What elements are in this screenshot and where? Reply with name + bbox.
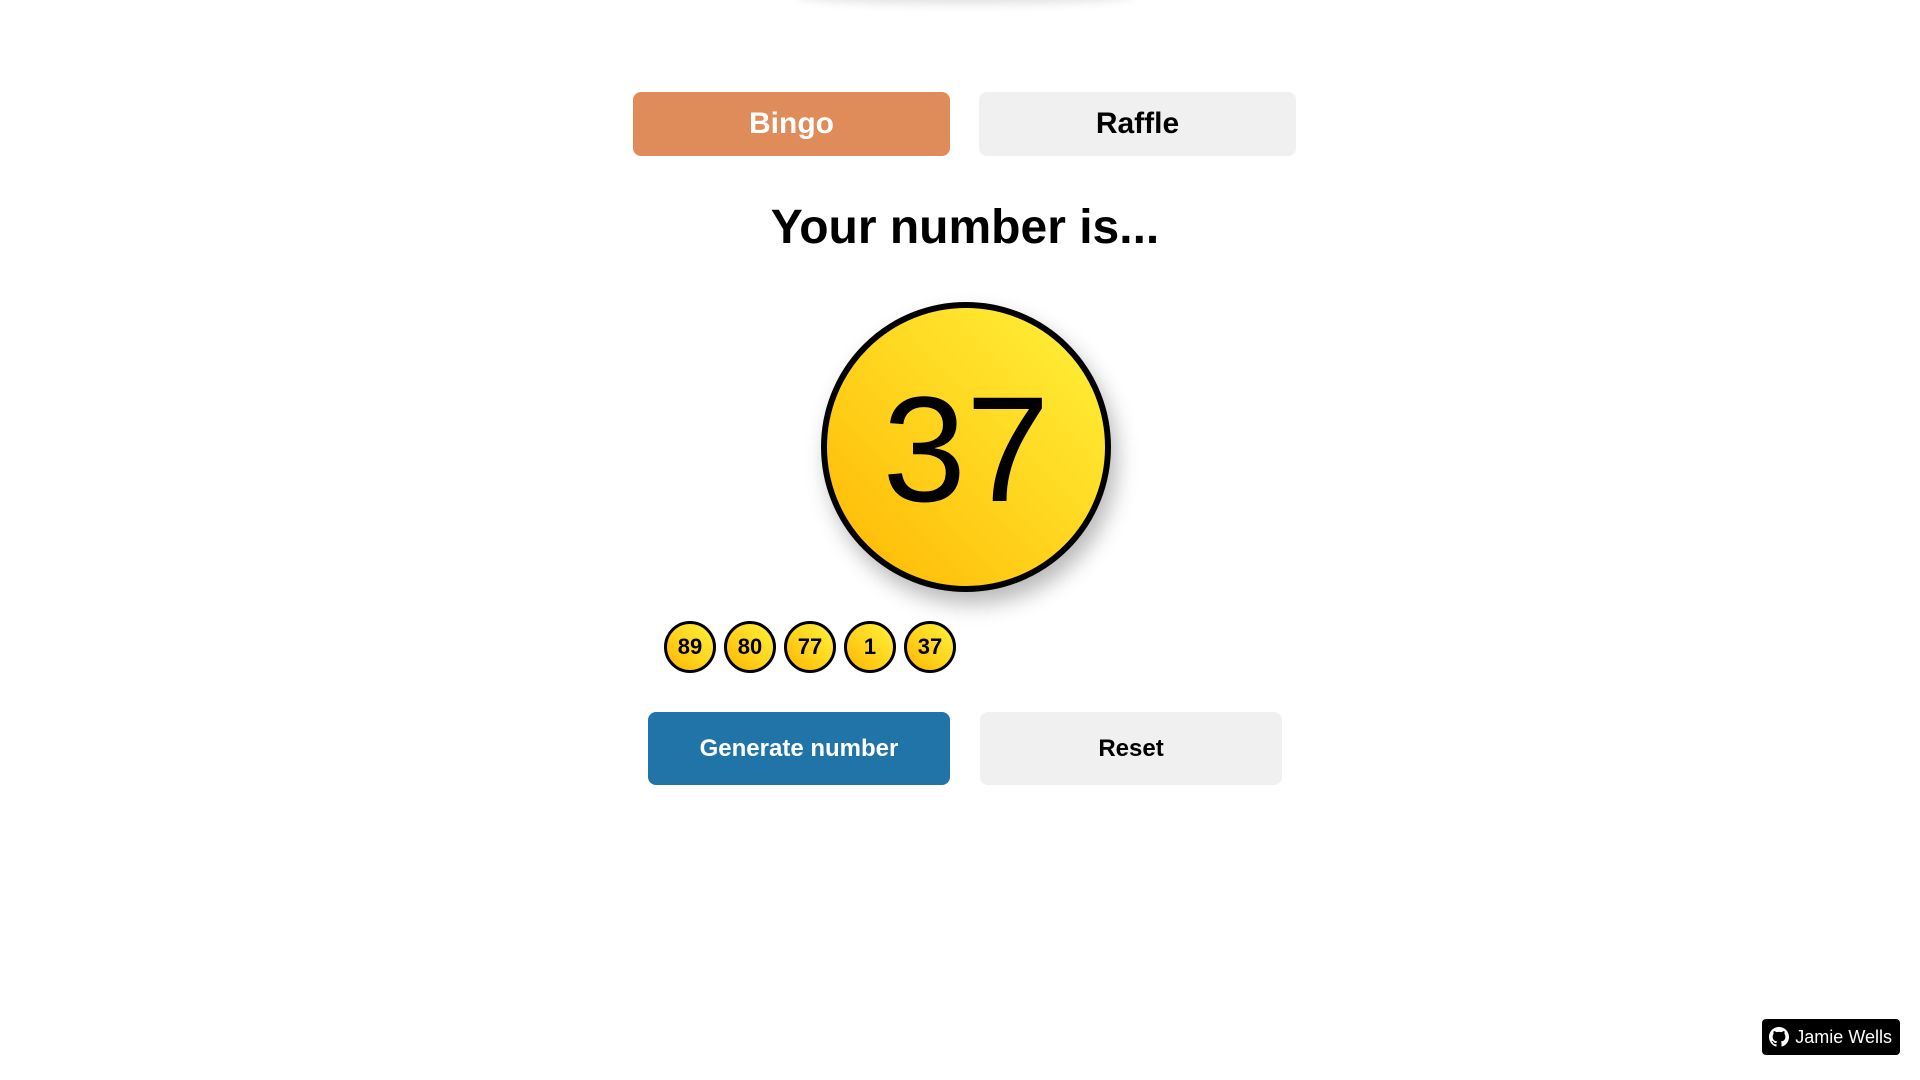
action-buttons: Generate number Reset	[648, 712, 1282, 785]
generate-number-button[interactable]: Generate number	[648, 712, 950, 785]
tab-raffle[interactable]: Raffle	[979, 92, 1296, 156]
mode-tabs: Bingo Raffle	[633, 92, 1296, 156]
tab-bingo[interactable]: Bingo	[633, 92, 950, 156]
history-ball: 1	[844, 621, 896, 673]
history-ball: 89	[664, 621, 716, 673]
author-credit-link[interactable]: Jamie Wells	[1762, 1019, 1900, 1055]
reset-button[interactable]: Reset	[980, 712, 1282, 785]
github-icon	[1769, 1027, 1790, 1047]
history-ball: 77	[784, 621, 836, 673]
drawn-numbers-history: 89 80 77 1 37	[664, 621, 956, 673]
page-title: Your number is...	[770, 201, 1160, 254]
history-ball: 80	[724, 621, 776, 673]
history-ball: 37	[904, 621, 956, 673]
app-root: Bingo Raffle Your number is... 37 89 80 …	[0, 0, 1920, 1080]
current-number-ball: 37	[821, 302, 1111, 592]
author-name: Jamie Wells	[1795, 1026, 1892, 1047]
current-number: 37	[882, 365, 1050, 533]
